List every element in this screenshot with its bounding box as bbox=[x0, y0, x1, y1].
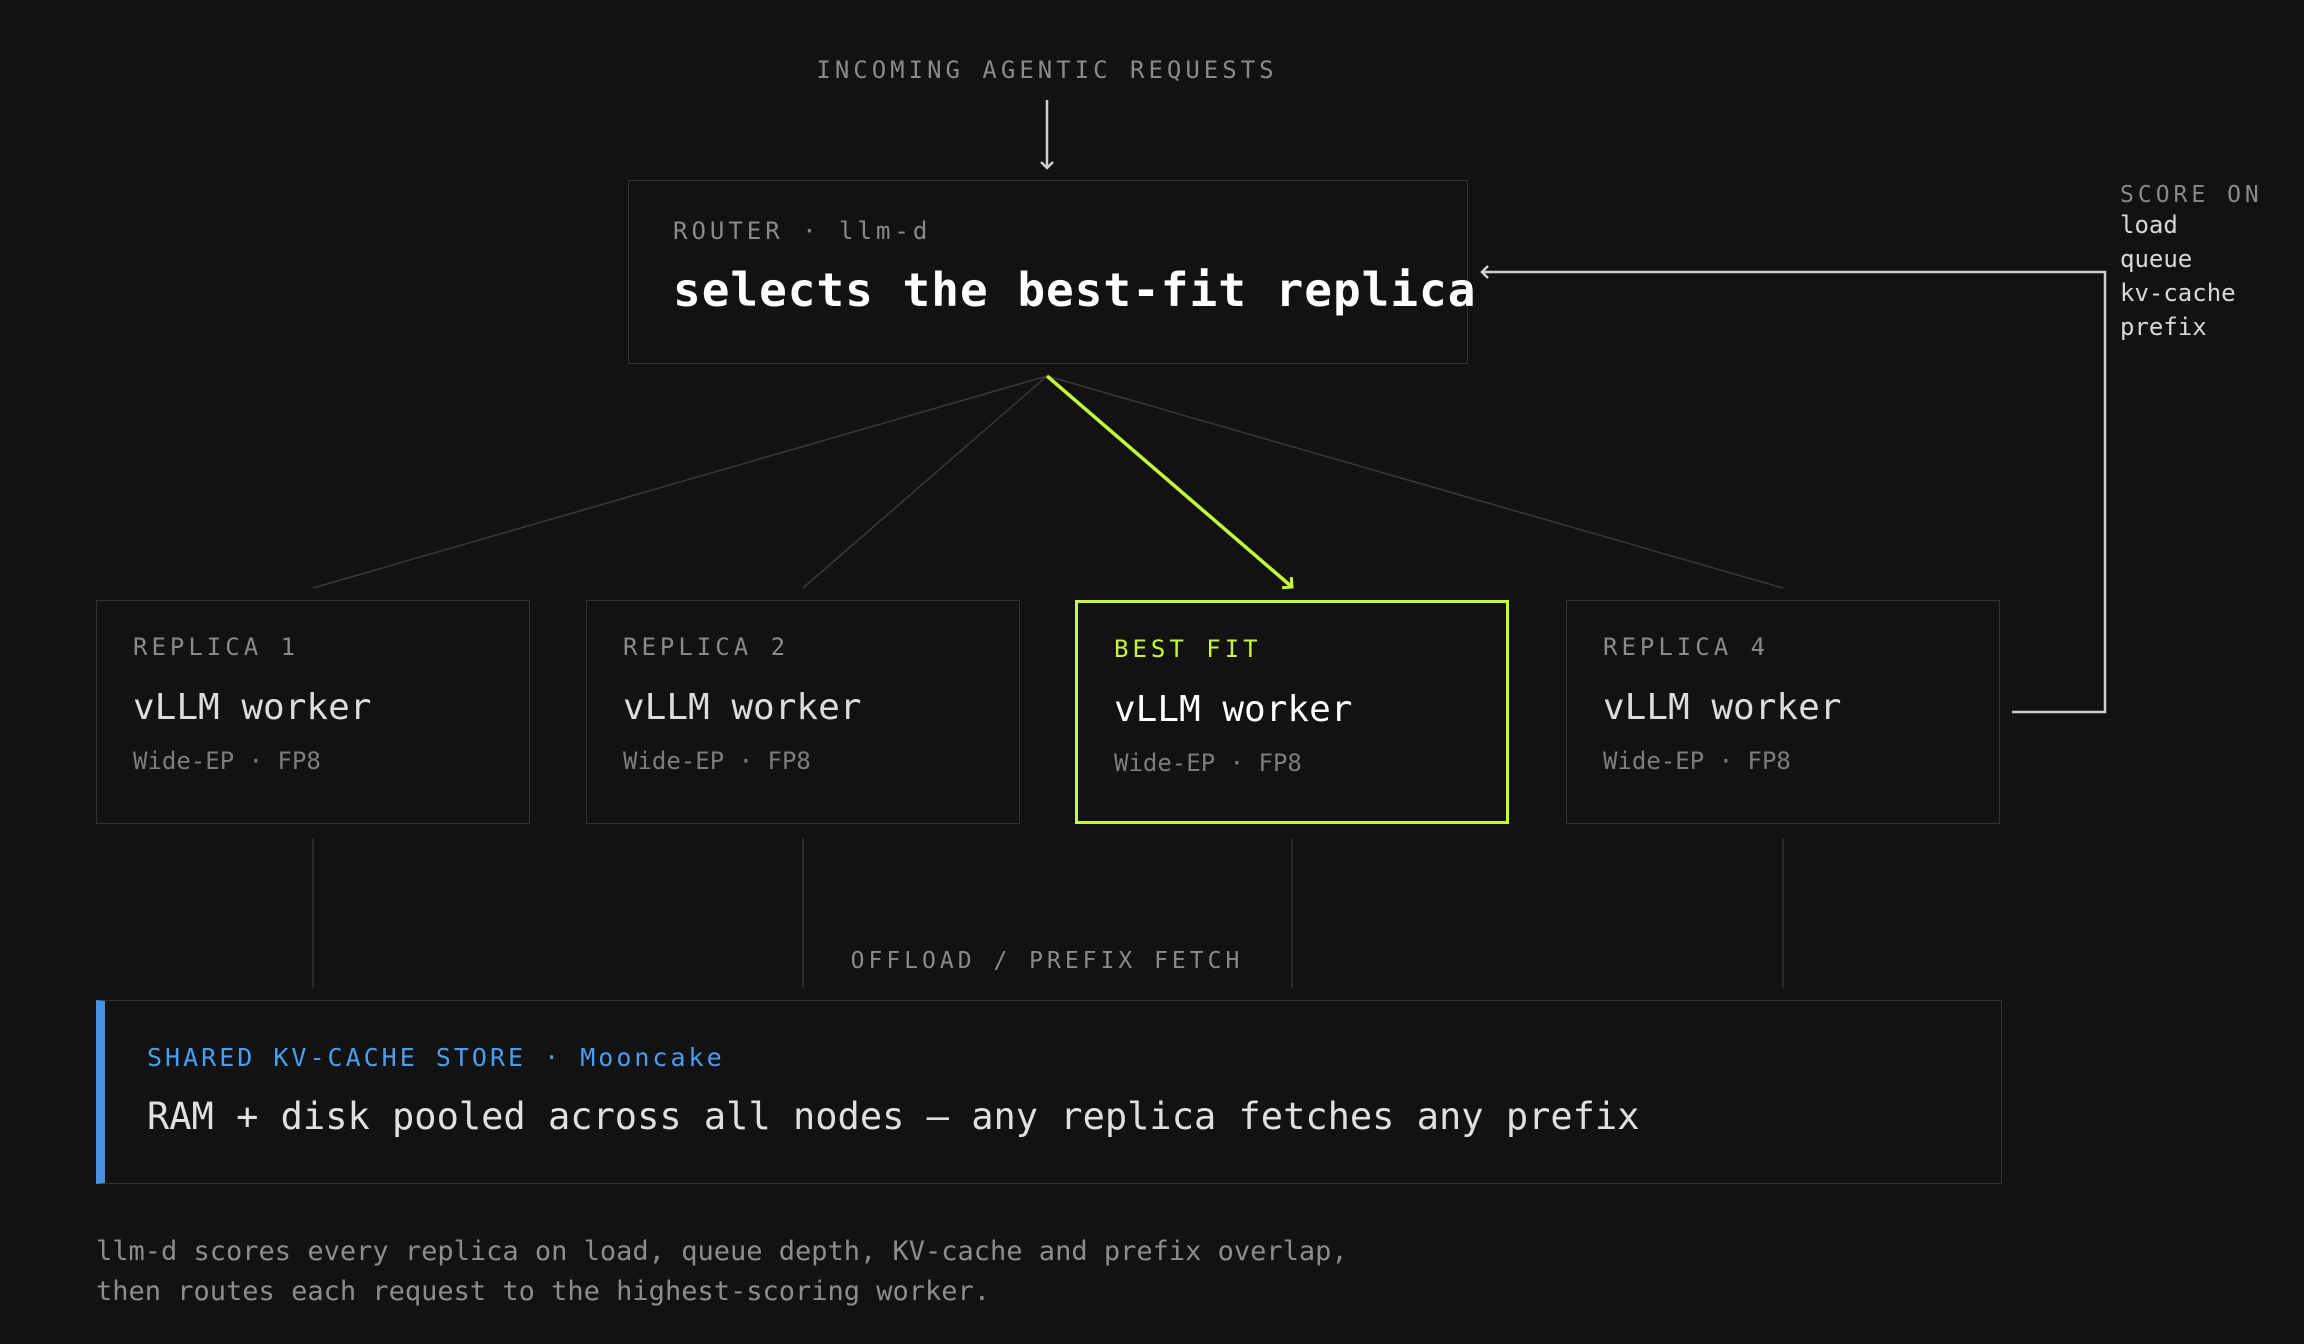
replica-subtitle: Wide-EP · FP8 bbox=[133, 747, 321, 775]
best-fit-label: BEST FIT bbox=[1114, 635, 1262, 663]
kv-store-label: SHARED KV-CACHE STORE · Mooncake bbox=[147, 1043, 725, 1072]
replica-2-box: REPLICA 2 vLLM worker Wide-EP · FP8 bbox=[586, 600, 1020, 824]
router-to-best-fit-arrow bbox=[1045, 374, 1292, 587]
score-item-load: load bbox=[2120, 211, 2178, 239]
score-on-list: SCORE ON load queue kv-cache prefix bbox=[2120, 182, 2263, 344]
kv-store-title: RAM + disk pooled across all nodes — any… bbox=[147, 1095, 1640, 1138]
replica-1-box: REPLICA 1 vLLM worker Wide-EP · FP8 bbox=[96, 600, 530, 824]
router-box: ROUTER · llm-d selects the best-fit repl… bbox=[628, 180, 1475, 364]
replica-title: vLLM worker bbox=[623, 687, 862, 728]
replica-label: REPLICA 4 bbox=[1603, 633, 1770, 661]
shared-kv-cache-store-box: SHARED KV-CACHE STORE · Mooncake RAM + d… bbox=[96, 1000, 2002, 1184]
router-title: selects the best-fit replica bbox=[673, 263, 1477, 317]
replica-subtitle: Wide-EP · FP8 bbox=[623, 747, 811, 775]
replica-title: vLLM worker bbox=[1603, 687, 1842, 728]
router-to-replica-1-line bbox=[312, 375, 1048, 589]
replica-title: vLLM worker bbox=[1114, 689, 1353, 730]
score-on-heading: SCORE ON bbox=[2120, 182, 2263, 208]
score-item-kv-cache: kv-cache bbox=[2120, 279, 2236, 307]
replica-subtitle: Wide-EP · FP8 bbox=[1114, 749, 1302, 777]
caption-line-2: then routes each request to the highest-… bbox=[96, 1276, 991, 1307]
router-to-replica-2-line bbox=[802, 375, 1048, 589]
replica-title: vLLM worker bbox=[133, 687, 372, 728]
score-item-queue: queue bbox=[2120, 245, 2193, 273]
score-item-prefix: prefix bbox=[2120, 313, 2207, 341]
router-to-replica-4-line bbox=[1046, 375, 1784, 589]
incoming-requests-label: INCOMING AGENTIC REQUESTS bbox=[816, 56, 1278, 84]
caption-line-1: llm-d scores every replica on load, queu… bbox=[96, 1236, 1348, 1267]
replica-label: REPLICA 1 bbox=[133, 633, 300, 661]
replica-label: REPLICA 2 bbox=[623, 633, 790, 661]
offload-prefix-fetch-label: OFFLOAD / PREFIX FETCH bbox=[850, 948, 1244, 974]
caption: llm-d scores every replica on load, queu… bbox=[96, 1232, 1348, 1312]
replica-subtitle: Wide-EP · FP8 bbox=[1603, 747, 1791, 775]
best-fit-replica-box: BEST FIT vLLM worker Wide-EP · FP8 bbox=[1075, 600, 1509, 824]
router-label: ROUTER · llm-d bbox=[673, 217, 932, 245]
replica-4-box: REPLICA 4 vLLM worker Wide-EP · FP8 bbox=[1566, 600, 2000, 824]
